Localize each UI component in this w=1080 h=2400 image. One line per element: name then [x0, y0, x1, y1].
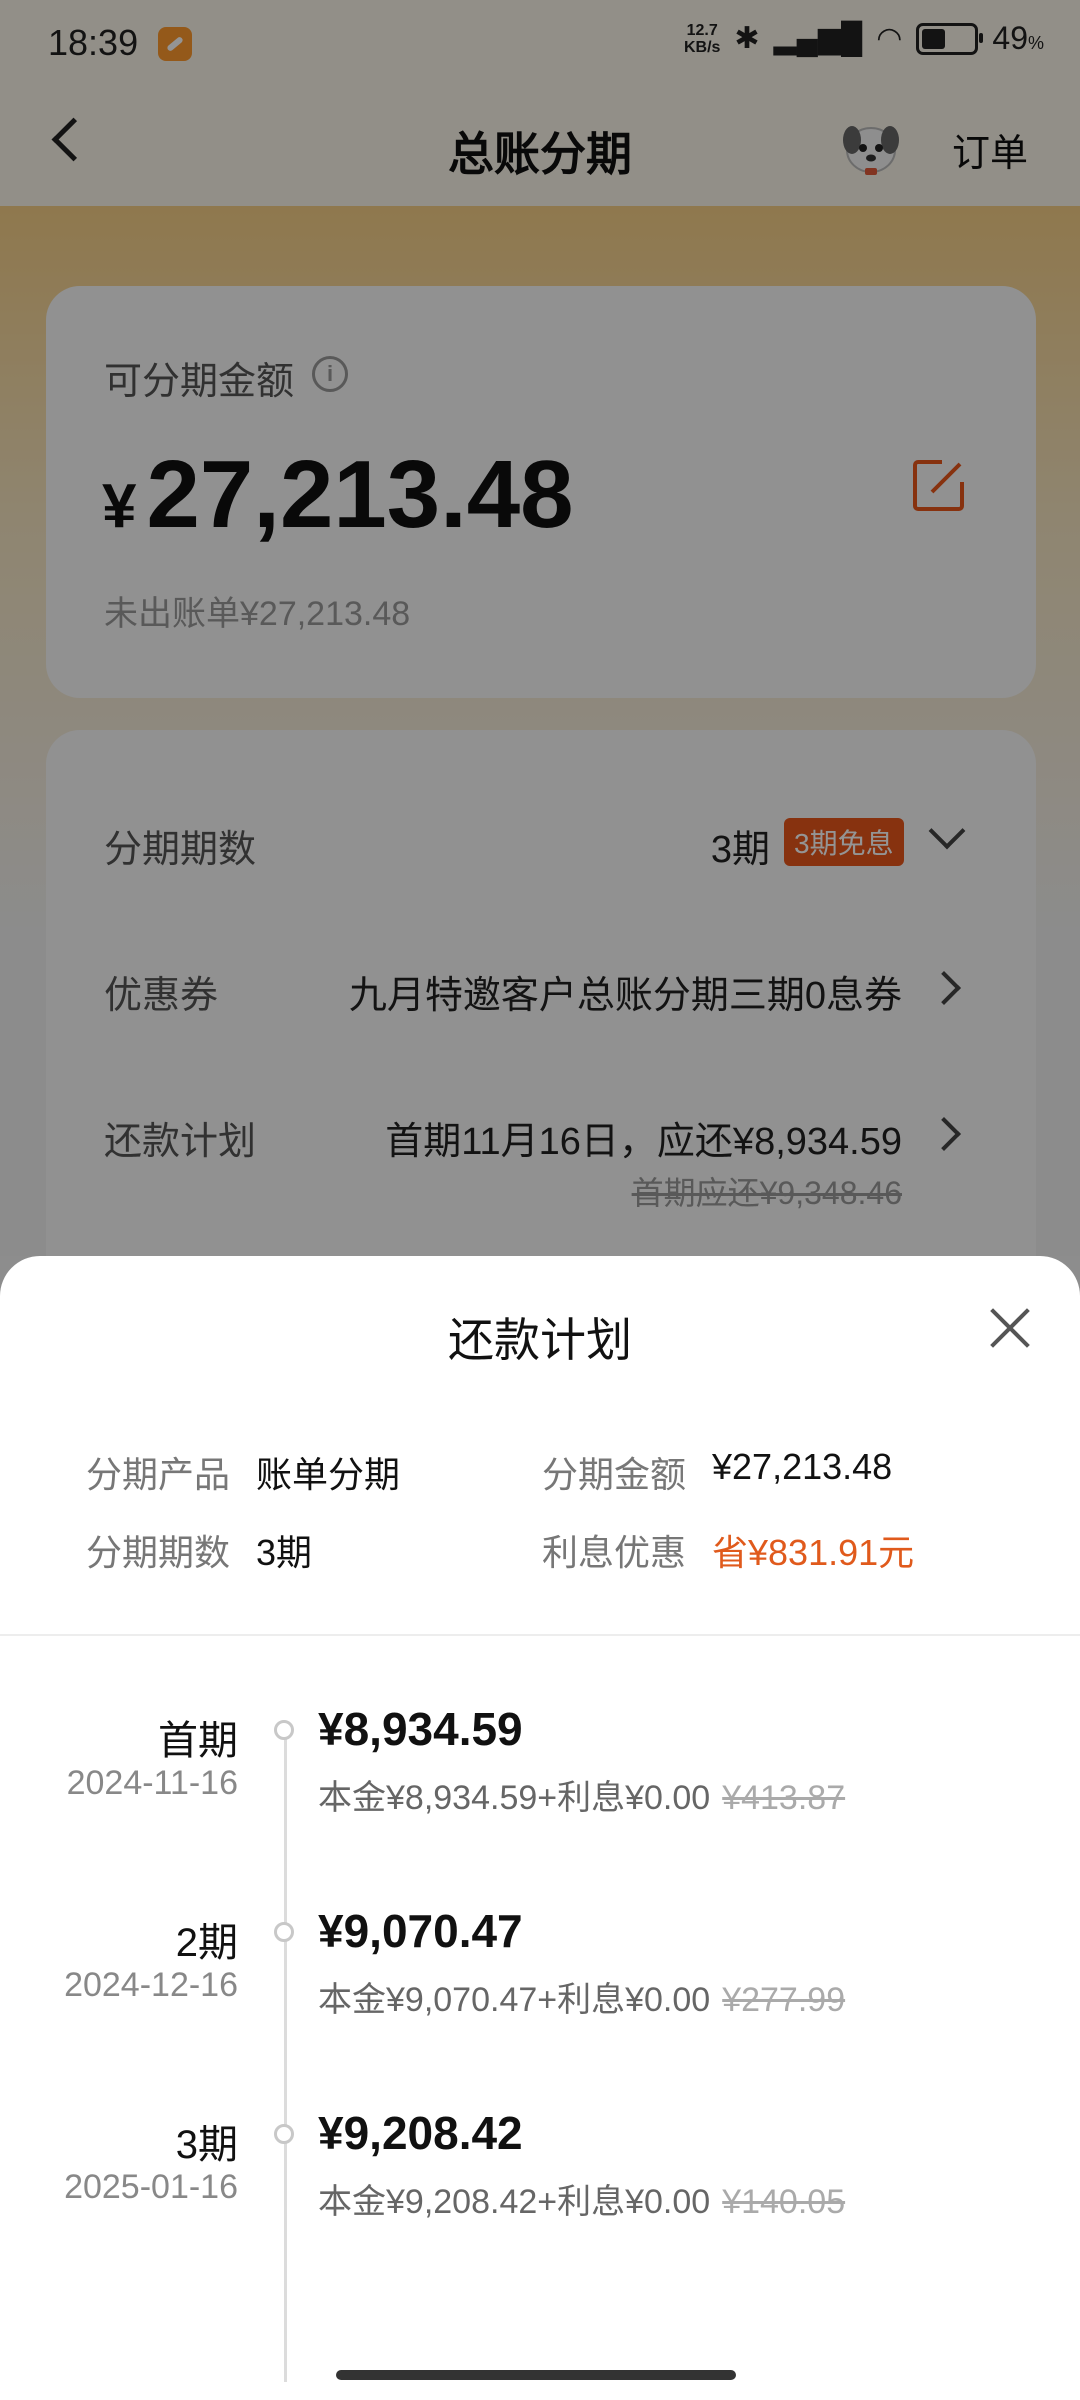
sheet-title: 还款计划 [448, 1314, 632, 1366]
period-name: 2期 [175, 1921, 238, 1965]
period-date: 2024-11-16 [66, 1764, 238, 1802]
interest-discount-value: 省¥831.91元 [712, 1532, 915, 1573]
period-detail: 本金¥8,934.59+利息¥0.00 ¥413.87 [318, 1779, 846, 1817]
original-interest: ¥140.05 [722, 2183, 846, 2221]
schedule-item: 2期 2024-12-16 ¥9,070.47 本金¥9,070.47+利息¥0… [0, 1905, 1080, 2060]
timeline-dot [274, 2124, 294, 2144]
schedule-item: 首期 2024-11-16 ¥8,934.59 本金¥8,934.59+利息¥0… [0, 1703, 1080, 1858]
period-detail: 本金¥9,070.47+利息¥0.00 ¥277.99 [318, 1981, 846, 2019]
interest-discount-label: 利息优惠 [542, 1532, 687, 1573]
product-value: 账单分期 [256, 1454, 401, 1495]
periods-count-value: 3期 [256, 1532, 313, 1573]
period-date: 2025-01-16 [64, 2168, 238, 2206]
period-detail: 本金¥9,208.42+利息¥0.00 ¥140.05 [318, 2183, 846, 2221]
installment-amount-label: 分期金额 [542, 1454, 687, 1495]
product-label: 分期产品 [86, 1454, 231, 1495]
installment-amount-value: ¥27,213.48 [712, 1446, 893, 1487]
period-amount: ¥9,208.42 [318, 2107, 523, 2159]
home-indicator[interactable] [336, 2370, 736, 2380]
period-amount: ¥8,934.59 [318, 1703, 523, 1755]
original-interest: ¥413.87 [722, 1779, 846, 1817]
timeline-dot [274, 1720, 294, 1740]
timeline-dot [274, 1922, 294, 1942]
period-name: 3期 [175, 2123, 238, 2167]
close-icon[interactable] [984, 1302, 1036, 1354]
period-name: 首期 [158, 1719, 238, 1763]
repayment-plan-sheet: 还款计划 分期产品 账单分期 分期金额 ¥27,213.48 分期期数 3期 利… [0, 1256, 1080, 2400]
period-amount: ¥9,070.47 [318, 1905, 523, 1957]
divider [0, 1634, 1080, 1636]
period-date: 2024-12-16 [64, 1966, 238, 2004]
periods-count-label: 分期期数 [86, 1532, 231, 1573]
schedule-item: 3期 2025-01-16 ¥9,208.42 本金¥9,208.42+利息¥0… [0, 2107, 1080, 2262]
original-interest: ¥277.99 [722, 1981, 846, 2019]
